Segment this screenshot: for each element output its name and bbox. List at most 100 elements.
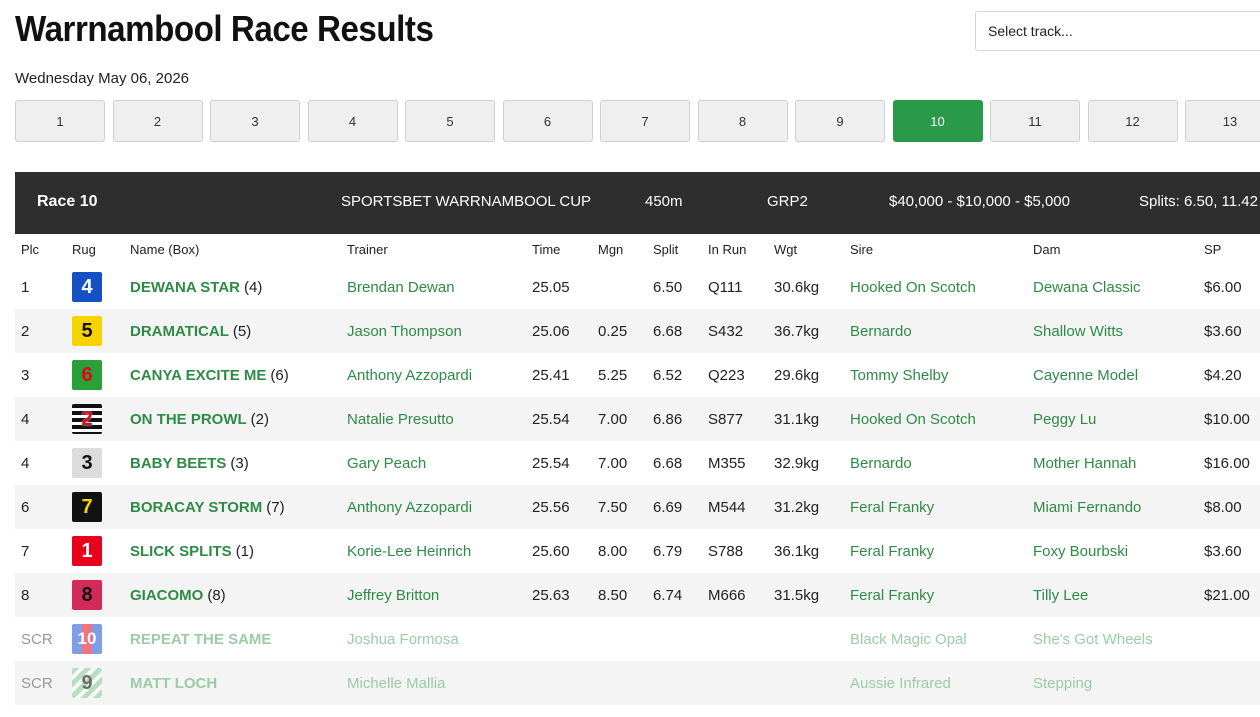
rug-cell: 1 <box>66 529 124 573</box>
dog-name-link[interactable]: CANYA EXCITE ME <box>130 367 266 384</box>
sp-cell <box>1198 661 1260 705</box>
sire-link[interactable]: Feral Franky <box>844 529 1027 573</box>
weight-cell: 31.1kg <box>768 397 844 441</box>
dam-link[interactable]: Tilly Lee <box>1027 573 1198 617</box>
sire-link[interactable]: Bernardo <box>844 441 1027 485</box>
trainer-link[interactable]: Korie-Lee Heinrich <box>341 529 526 573</box>
place-cell: 7 <box>15 529 66 573</box>
race-tab-7[interactable]: 7 <box>600 100 690 142</box>
sp-cell: $6.00 <box>1198 265 1260 309</box>
dam-link[interactable]: Cayenne Model <box>1027 353 1198 397</box>
rug-cell: 9 <box>66 661 124 705</box>
race-tabs: 1 2 3 4 5 6 7 8 9 10 11 12 13 <box>15 100 1260 142</box>
race-name: SPORTSBET WARRNAMBOOL CUP <box>341 193 592 210</box>
weight-cell: 29.6kg <box>768 353 844 397</box>
dog-name-link[interactable]: REPEAT THE SAME <box>130 631 271 648</box>
sire-link[interactable]: Hooked On Scotch <box>844 397 1027 441</box>
trainer-link[interactable]: Jeffrey Britton <box>341 573 526 617</box>
col-header-sp: SP <box>1198 234 1260 265</box>
race-tab-4[interactable]: 4 <box>307 100 398 142</box>
margin-cell: 7.00 <box>592 441 647 485</box>
dam-link[interactable]: Foxy Bourbski <box>1027 529 1198 573</box>
name-cell: SLICK SPLITS (1) <box>124 529 341 573</box>
trainer-link[interactable]: Jason Thompson <box>341 309 526 353</box>
split-cell: 6.68 <box>647 441 702 485</box>
rug-icon: 7 <box>72 492 102 522</box>
trainer-link[interactable]: Anthony Azzopardi <box>341 485 526 529</box>
time-cell: 25.06 <box>526 309 592 353</box>
sire-link[interactable]: Bernardo <box>844 309 1027 353</box>
trainer-link[interactable]: Michelle Mallia <box>341 661 526 705</box>
trainer-link[interactable]: Anthony Azzopardi <box>341 353 526 397</box>
dam-link[interactable]: Shallow Witts <box>1027 309 1198 353</box>
race-tab-2[interactable]: 2 <box>112 100 203 142</box>
dam-link[interactable]: Stepping <box>1027 661 1198 705</box>
race-tab-6[interactable]: 6 <box>502 100 593 142</box>
table-row: 3 6 CANYA EXCITE ME (6) Anthony Azzopardi 25.… <box>15 353 1260 397</box>
rug-icon: 1 <box>72 536 102 566</box>
dam-link[interactable]: Dewana Classic <box>1027 265 1198 309</box>
name-cell: REPEAT THE SAME <box>124 617 341 661</box>
sire-link[interactable]: Aussie Infrared <box>844 661 1027 705</box>
trainer-link[interactable]: Joshua Formosa <box>341 617 526 661</box>
col-header-name: Name (Box) <box>124 234 341 265</box>
race-tab-1[interactable]: 1 <box>15 100 105 142</box>
race-tab-10[interactable]: 10 <box>892 100 983 142</box>
dog-name-link[interactable]: MATT LOCH <box>130 675 217 692</box>
trainer-link[interactable]: Brendan Dewan <box>341 265 526 309</box>
dam-link[interactable]: Peggy Lu <box>1027 397 1198 441</box>
table-row: 4 2 ON THE PROWL (2) Natalie Presutto 25.54 7.… <box>15 397 1260 441</box>
dam-link[interactable]: Mother Hannah <box>1027 441 1198 485</box>
col-header-plc: Plc <box>15 234 66 265</box>
name-cell: CANYA EXCITE ME (6) <box>124 353 341 397</box>
rug-icon: 9 <box>72 668 102 698</box>
table-row: 8 8 GIACOMO (8) Jeffrey Britton 25.63 8.50 6.74… <box>15 573 1260 617</box>
in-run-cell: M666 <box>702 573 768 617</box>
box-number: (8) <box>207 586 226 604</box>
dog-name-link[interactable]: DRAMATICAL <box>130 323 229 340</box>
margin-cell: 0.25 <box>592 309 647 353</box>
name-cell: DEWANA STAR (4) <box>124 265 341 309</box>
rug-icon: 10 <box>72 624 102 654</box>
dog-name-link[interactable]: GIACOMO <box>130 587 203 604</box>
race-tab-3[interactable]: 3 <box>210 100 300 142</box>
page-title: Warrnambool Race Results <box>15 8 434 49</box>
table-row: 6 7 BORACAY STORM (7) Anthony Azzopardi 25.56… <box>15 485 1260 529</box>
col-header-mgn: Mgn <box>592 234 647 265</box>
trainer-link[interactable]: Gary Peach <box>341 441 526 485</box>
col-header-dam: Dam <box>1027 234 1198 265</box>
sire-link[interactable]: Black Magic Opal <box>844 617 1027 661</box>
race-tab-9[interactable]: 9 <box>795 100 885 142</box>
dog-name-link[interactable]: SLICK SPLITS <box>130 543 232 560</box>
sire-link[interactable]: Feral Franky <box>844 485 1027 529</box>
track-select[interactable]: Select track... <box>975 11 1260 51</box>
race-tab-5[interactable]: 5 <box>405 100 495 142</box>
rug-cell: 7 <box>66 485 124 529</box>
table-row: SCR 10 REPEAT THE SAME Joshua Formosa Black … <box>15 617 1260 661</box>
dog-name-link[interactable]: ON THE PROWL <box>130 411 247 428</box>
split-cell: 6.74 <box>647 573 702 617</box>
dog-name-link[interactable]: BORACAY STORM <box>130 499 262 516</box>
weight-cell: 32.9kg <box>768 441 844 485</box>
in-run-cell: Q111 <box>702 265 768 309</box>
dam-link[interactable]: She's Got Wheels <box>1027 617 1198 661</box>
race-tab-13[interactable]: 13 <box>1185 100 1260 142</box>
sire-link[interactable]: Hooked On Scotch <box>844 265 1027 309</box>
rug-cell: 6 <box>66 353 124 397</box>
sire-link[interactable]: Tommy Shelby <box>844 353 1027 397</box>
race-tab-12[interactable]: 12 <box>1087 100 1178 142</box>
sire-link[interactable]: Feral Franky <box>844 573 1027 617</box>
race-tab-11[interactable]: 11 <box>990 100 1080 142</box>
trainer-link[interactable]: Natalie Presutto <box>341 397 526 441</box>
sp-cell: $16.00 <box>1198 441 1260 485</box>
in-run-cell: M355 <box>702 441 768 485</box>
dog-name-link[interactable]: DEWANA STAR <box>130 279 240 296</box>
name-cell: DRAMATICAL (5) <box>124 309 341 353</box>
race-tab-8[interactable]: 8 <box>697 100 788 142</box>
dog-name-link[interactable]: BABY BEETS <box>130 455 226 472</box>
margin-cell: 5.25 <box>592 353 647 397</box>
box-number: (5) <box>232 322 252 340</box>
in-run-cell: Q223 <box>702 353 768 397</box>
rug-cell: 10 <box>66 617 124 661</box>
dam-link[interactable]: Miami Fernando <box>1027 485 1198 529</box>
